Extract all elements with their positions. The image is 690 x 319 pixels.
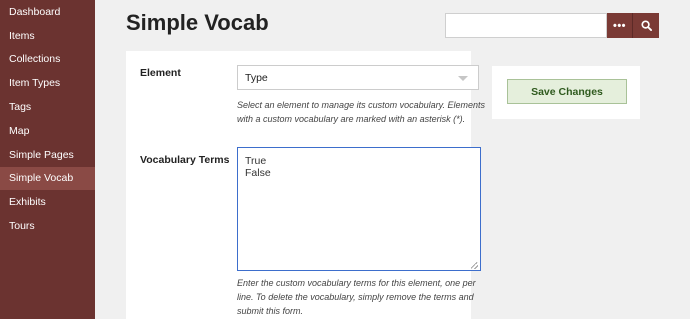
save-changes-button[interactable]: Save Changes <box>507 79 627 104</box>
page-title: Simple Vocab <box>126 10 269 35</box>
advanced-search-button[interactable]: ••• <box>607 13 633 38</box>
sidebar: Dashboard Items Collections Item Types T… <box>0 0 95 319</box>
save-panel: Save Changes <box>492 66 640 119</box>
search-button[interactable] <box>633 13 659 38</box>
terms-help-text: Enter the custom vocabulary terms for th… <box>237 278 476 316</box>
more-icon: ••• <box>612 19 627 32</box>
sidebar-item-item-types[interactable]: Item Types <box>0 71 95 95</box>
main-content: Simple Vocab ••• Element Type Select an … <box>95 0 690 319</box>
search-icon <box>640 20 652 31</box>
resize-handle-icon[interactable] <box>471 262 478 269</box>
element-label: Element <box>140 67 181 79</box>
sidebar-item-simple-pages[interactable]: Simple Pages <box>0 143 95 167</box>
sidebar-item-simple-vocab[interactable]: Simple Vocab <box>0 166 95 191</box>
sidebar-item-collections[interactable]: Collections <box>0 48 95 72</box>
sidebar-item-tags[interactable]: Tags <box>0 95 95 119</box>
sidebar-item-dashboard[interactable]: Dashboard <box>0 0 95 24</box>
element-select-value: Type <box>245 71 268 84</box>
dropdown-arrow-icon <box>458 76 468 81</box>
element-help-text: Select an element to manage its custom v… <box>237 100 485 124</box>
search-input[interactable] <box>445 13 607 38</box>
element-select[interactable]: Type <box>237 65 479 90</box>
sidebar-item-exhibits[interactable]: Exhibits <box>0 190 95 214</box>
vocabulary-terms-textarea[interactable]: True False <box>237 147 481 271</box>
sidebar-item-map[interactable]: Map <box>0 119 95 143</box>
vocab-form-panel: Element Type Select an element to manage… <box>126 51 485 319</box>
vocabulary-terms-label: Vocabulary Terms <box>140 154 230 166</box>
sidebar-item-tours[interactable]: Tours <box>0 214 95 238</box>
sidebar-item-items[interactable]: Items <box>0 24 95 48</box>
